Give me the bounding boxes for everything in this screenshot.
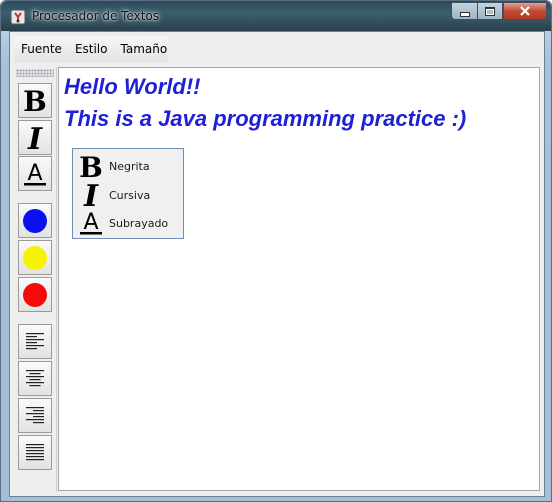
popup-item-negrita[interactable]: B Negrita bbox=[77, 151, 181, 181]
client-area: Fuente Estilo Tamaño B I A Hello World!!… bbox=[9, 31, 545, 497]
italic-icon: I bbox=[77, 180, 105, 210]
bold-button[interactable]: B bbox=[18, 83, 52, 118]
underline-button[interactable]: A bbox=[18, 156, 52, 191]
svg-text:B: B bbox=[23, 87, 47, 115]
title-bar[interactable]: Procesador de Textos bbox=[1, 1, 551, 31]
align-left-icon bbox=[26, 332, 44, 349]
java-app-icon bbox=[10, 9, 26, 25]
popup-item-subrayado[interactable]: A Subrayado bbox=[77, 208, 181, 238]
bold-icon: B bbox=[77, 152, 105, 180]
bold-icon: B bbox=[23, 87, 47, 115]
yellow-color-button[interactable] bbox=[18, 240, 52, 275]
italic-icon: I bbox=[27, 123, 43, 153]
minimize-button[interactable] bbox=[451, 2, 477, 20]
maximize-button[interactable] bbox=[477, 2, 503, 20]
align-justify-icon bbox=[26, 443, 44, 460]
blue-color-icon bbox=[23, 208, 47, 233]
align-right-button[interactable] bbox=[18, 398, 52, 433]
menu-tamano[interactable]: Tamaño bbox=[114, 36, 174, 62]
red-color-button[interactable] bbox=[18, 277, 52, 312]
svg-text:A: A bbox=[27, 161, 42, 186]
align-center-button[interactable] bbox=[18, 361, 52, 396]
close-button[interactable] bbox=[503, 2, 547, 20]
popup-label-subrayado: Subrayado bbox=[109, 216, 169, 230]
minimize-icon bbox=[459, 11, 470, 17]
italic-button[interactable]: I bbox=[18, 120, 52, 155]
menu-estilo[interactable]: Estilo bbox=[68, 36, 114, 62]
window-controls bbox=[451, 2, 547, 21]
underline-icon: A bbox=[24, 161, 46, 186]
maximize-icon bbox=[485, 6, 495, 16]
popup-item-cursiva[interactable]: I Cursiva bbox=[77, 180, 181, 210]
menu-bar: Fuente Estilo Tamaño bbox=[14, 36, 168, 62]
vertical-toolbar: B I A bbox=[14, 67, 57, 492]
align-center-icon bbox=[26, 369, 44, 386]
style-popup-menu: B Negrita I Cursiva A Subrayado bbox=[72, 148, 184, 239]
align-justify-button[interactable] bbox=[18, 435, 52, 470]
red-color-icon bbox=[23, 282, 47, 307]
editor-line-2: This is a Java programming practice :) bbox=[64, 106, 467, 131]
app-window: Procesador de Textos Fuente Estilo Tamañ… bbox=[0, 0, 552, 502]
editor-line-1: Hello World!! bbox=[64, 74, 201, 99]
svg-text:B: B bbox=[79, 152, 103, 180]
align-left-button[interactable] bbox=[18, 324, 52, 359]
blue-color-button[interactable] bbox=[18, 203, 52, 238]
close-icon bbox=[520, 6, 530, 16]
underline-icon: A bbox=[77, 209, 105, 237]
align-right-icon bbox=[26, 406, 44, 423]
window-title: Procesador de Textos bbox=[32, 9, 160, 23]
text-editor[interactable]: Hello World!! This is a Java programming… bbox=[58, 67, 540, 491]
svg-text:A: A bbox=[83, 210, 98, 235]
toolbar-drag-handle[interactable] bbox=[16, 69, 54, 77]
popup-label-negrita: Negrita bbox=[109, 159, 150, 173]
svg-text:I: I bbox=[27, 123, 43, 153]
menu-fuente[interactable]: Fuente bbox=[14, 36, 68, 62]
svg-text:I: I bbox=[83, 180, 99, 210]
popup-label-cursiva: Cursiva bbox=[109, 188, 151, 202]
yellow-color-icon bbox=[23, 245, 47, 270]
